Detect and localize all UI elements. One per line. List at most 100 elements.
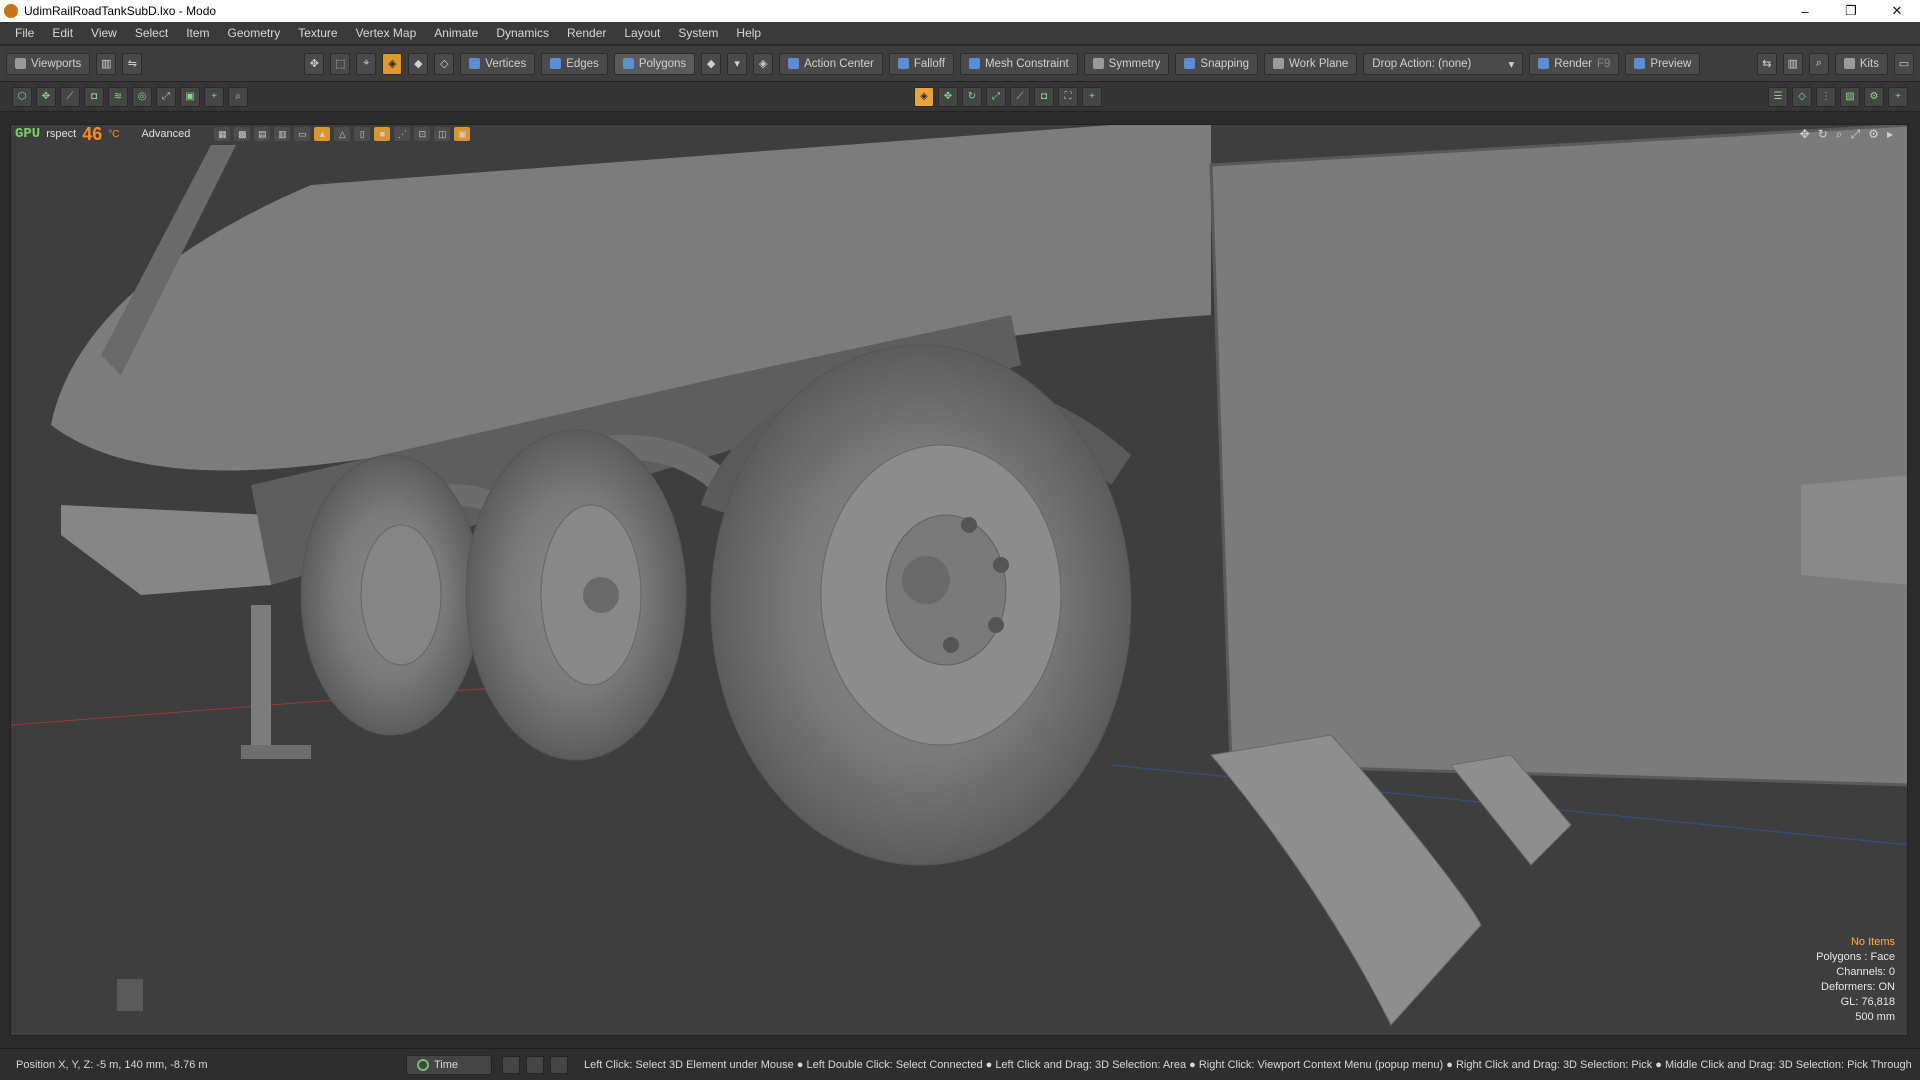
viewport-shading-style[interactable]: Advanced: [141, 128, 190, 140]
vertex-display-icon[interactable]: ⋰: [394, 127, 411, 141]
frame-icon[interactable]: ▣: [180, 86, 200, 107]
grid-size-info: 500 mm: [1855, 1011, 1895, 1023]
scale-icon[interactable]: ⤢: [156, 86, 176, 107]
bone-icon[interactable]: ⟋: [1010, 86, 1030, 107]
dopesheet-icon[interactable]: [526, 1055, 544, 1074]
snapping-button[interactable]: Snapping: [1175, 52, 1259, 75]
kits-button[interactable]: Kits: [1834, 52, 1888, 75]
viewports-button[interactable]: Viewports: [6, 52, 91, 75]
light-icon[interactable]: ▲: [314, 127, 331, 141]
zoom-icon[interactable]: ⌕: [228, 86, 248, 107]
symmetry-button[interactable]: Symmetry: [1083, 52, 1170, 75]
select-type-icon[interactable]: ◆: [701, 52, 722, 75]
fit-icon[interactable]: ⛶: [1058, 86, 1078, 107]
shadow-icon[interactable]: △: [334, 127, 351, 141]
menu-file[interactable]: File: [15, 26, 34, 40]
lock-icon[interactable]: ■: [374, 127, 391, 141]
panel-toggle-icon[interactable]: ▭: [1894, 52, 1914, 75]
select-tool-icon[interactable]: ✥: [304, 52, 325, 75]
timeline-icon[interactable]: [502, 1055, 520, 1074]
add-tool-icon[interactable]: +: [1082, 86, 1102, 107]
render-region-icon[interactable]: ▣: [454, 127, 471, 141]
image-icon[interactable]: ▧: [1840, 86, 1860, 107]
menu-select[interactable]: Select: [135, 26, 168, 40]
viewport-view-name[interactable]: rspect: [46, 128, 76, 140]
item-select-icon[interactable]: ◈: [914, 86, 934, 107]
add-panel-icon[interactable]: +: [1888, 86, 1908, 107]
vertices-button[interactable]: Vertices: [460, 52, 536, 75]
add-icon[interactable]: +: [204, 86, 224, 107]
layout-swap-icon[interactable]: ⇆: [1756, 52, 1777, 75]
rotate-icon[interactable]: ◎: [132, 86, 152, 107]
render-button[interactable]: Render F9: [1529, 52, 1620, 75]
menu-view[interactable]: View: [91, 26, 117, 40]
select-mode-icon[interactable]: ◇: [434, 52, 455, 75]
kits-icon: [1843, 58, 1855, 69]
schematic-icon[interactable]: ⋮: [1816, 86, 1836, 107]
background-icon[interactable]: ▭: [294, 127, 311, 141]
auto-select-icon[interactable]: ◈: [753, 52, 774, 75]
menu-system[interactable]: System: [678, 26, 718, 40]
work-plane-button[interactable]: Work Plane: [1264, 52, 1358, 75]
action-center-button[interactable]: Action Center: [779, 52, 883, 75]
select-pivot-icon[interactable]: ⌖: [356, 52, 377, 75]
edges-button[interactable]: Edges: [541, 52, 608, 75]
layout-options-icon[interactable]: ⇋: [122, 52, 143, 75]
cube-icon[interactable]: ⬡: [12, 86, 32, 107]
drop-action-dropdown[interactable]: Drop Action: (none) ▾: [1363, 52, 1524, 75]
list-icon[interactable]: ☰: [1768, 86, 1788, 107]
preview-button[interactable]: Preview: [1625, 52, 1701, 75]
minimize-button[interactable]: –: [1782, 0, 1828, 22]
safe-area-icon[interactable]: ◫: [434, 127, 451, 141]
falloff-button[interactable]: Falloff: [888, 52, 954, 75]
maximize-icon[interactable]: ⤢: [1851, 127, 1861, 142]
3d-viewport[interactable]: GPU rspect 46 °C Advanced ▦ ▩ ▤ ▥ ▭ ▲ △ …: [10, 124, 1908, 1036]
close-button[interactable]: ✕: [1874, 0, 1920, 22]
menu-item[interactable]: Item: [186, 26, 209, 40]
menu-layout[interactable]: Layout: [624, 26, 660, 40]
polygons-button[interactable]: Polygons: [613, 52, 696, 75]
transform-icon[interactable]: ✥: [938, 86, 958, 107]
select-component-icon[interactable]: ◈: [382, 52, 403, 75]
scale-tool-icon[interactable]: ⤢: [986, 86, 1006, 107]
grid-icon[interactable]: ▦: [214, 127, 231, 141]
time-button[interactable]: Time: [406, 1054, 492, 1075]
settings-icon[interactable]: ⚙: [1864, 86, 1884, 107]
menu-vertex-map[interactable]: Vertex Map: [356, 26, 417, 40]
wireframe-icon[interactable]: ▤: [254, 127, 271, 141]
preview-icon: [1634, 58, 1646, 69]
menu-edit[interactable]: Edit: [52, 26, 73, 40]
zoom-view-icon[interactable]: ⌕: [1836, 127, 1843, 142]
menu-geometry[interactable]: Geometry: [228, 26, 281, 40]
pan-icon[interactable]: ✥: [1800, 127, 1810, 142]
select-items-icon[interactable]: ⬚: [330, 52, 351, 75]
menu-animate[interactable]: Animate: [434, 26, 478, 40]
visibility-icon[interactable]: ▯: [354, 127, 371, 141]
texture-icon[interactable]: ▥: [274, 127, 291, 141]
search-icon[interactable]: ⌕: [1808, 52, 1829, 75]
select-materials-icon[interactable]: ◆: [408, 52, 429, 75]
skeleton-icon[interactable]: ⟋: [60, 86, 80, 107]
restore-button[interactable]: ❐: [1828, 0, 1874, 22]
capture-icon[interactable]: ◘: [1034, 86, 1054, 107]
mesh-constraint-button[interactable]: Mesh Constraint: [959, 52, 1078, 75]
menu-texture[interactable]: Texture: [298, 26, 337, 40]
layout-toggle-icon[interactable]: ▥: [96, 52, 117, 75]
menu-dynamics[interactable]: Dynamics: [496, 26, 549, 40]
panel-layout-icon[interactable]: ▥: [1782, 52, 1803, 75]
modo-app-icon: [4, 4, 18, 18]
menu-render[interactable]: Render: [567, 26, 606, 40]
layers-icon[interactable]: ◇: [1792, 86, 1812, 107]
select-type-dropdown-icon[interactable]: ▾: [727, 52, 748, 75]
camera-view-icon[interactable]: ⊡: [414, 127, 431, 141]
menu-help[interactable]: Help: [736, 26, 761, 40]
viewport-settings-icon[interactable]: ⚙: [1868, 127, 1879, 142]
expand-icon[interactable]: ▸: [1887, 127, 1893, 142]
orbit-icon[interactable]: ↻: [1818, 127, 1828, 142]
move-icon[interactable]: ✥: [36, 86, 56, 107]
rotate-tool-icon[interactable]: ↻: [962, 86, 982, 107]
grid-alt-icon[interactable]: ▩: [234, 127, 251, 141]
keyframe-icon[interactable]: [550, 1055, 568, 1074]
camera-icon[interactable]: ◘: [84, 86, 104, 107]
path-icon[interactable]: ≋: [108, 86, 128, 107]
